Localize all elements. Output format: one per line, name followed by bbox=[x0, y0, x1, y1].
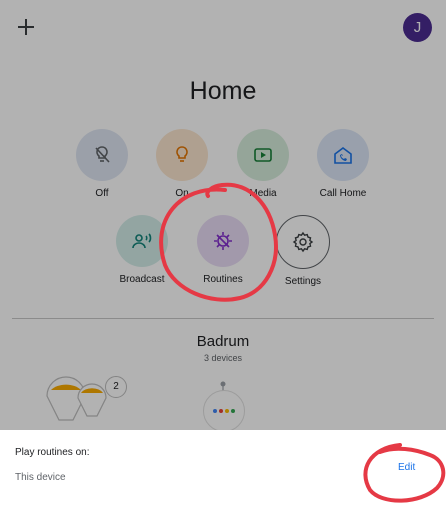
action-off[interactable]: Off bbox=[57, 129, 147, 199]
smart-speaker-icon[interactable] bbox=[203, 390, 245, 432]
room-device-count: 3 devices bbox=[203, 353, 243, 363]
action-media[interactable]: Media bbox=[218, 129, 308, 199]
speaker-dot bbox=[225, 409, 229, 413]
speaker-dot bbox=[219, 409, 223, 413]
action-routines[interactable]: Routines bbox=[178, 215, 268, 285]
speaker-dot bbox=[231, 409, 235, 413]
action-label: Settings bbox=[284, 276, 322, 287]
broadcast-icon bbox=[116, 215, 168, 267]
bottom-sheet: Play routines on: This device Edit bbox=[0, 430, 446, 512]
room-name: Badrum bbox=[196, 333, 250, 350]
play-icon bbox=[237, 129, 289, 181]
action-broadcast[interactable]: Broadcast bbox=[97, 215, 187, 285]
selected-device: This device bbox=[15, 472, 66, 483]
edit-button[interactable]: Edit bbox=[398, 462, 415, 473]
call-home-icon bbox=[317, 129, 369, 181]
action-label: Routines bbox=[203, 274, 243, 285]
action-label: On bbox=[175, 188, 189, 199]
gear-icon bbox=[276, 215, 330, 269]
light-group-count-badge: 2 bbox=[105, 376, 127, 398]
action-label: Off bbox=[95, 188, 109, 199]
sheet-title: Play routines on: bbox=[15, 447, 90, 458]
speaker-dot bbox=[213, 409, 217, 413]
plus-icon bbox=[18, 19, 34, 35]
action-label: Media bbox=[249, 188, 277, 199]
action-label: Call Home bbox=[319, 188, 367, 199]
action-label: Broadcast bbox=[119, 274, 165, 285]
avatar[interactable]: J bbox=[403, 13, 432, 42]
divider bbox=[12, 318, 434, 319]
lightbulb-icon bbox=[156, 129, 208, 181]
routine-icon bbox=[197, 215, 249, 267]
light-group-icon[interactable] bbox=[42, 376, 112, 430]
page-title: Home bbox=[189, 77, 257, 105]
add-button[interactable] bbox=[13, 14, 39, 40]
action-call-home[interactable]: Call Home bbox=[298, 129, 388, 199]
lightbulb-off-icon bbox=[76, 129, 128, 181]
action-on[interactable]: On bbox=[137, 129, 227, 199]
action-settings[interactable]: Settings bbox=[258, 215, 348, 287]
google-home-app: J Home Off On Media Call Home Broadcast … bbox=[0, 0, 446, 512]
